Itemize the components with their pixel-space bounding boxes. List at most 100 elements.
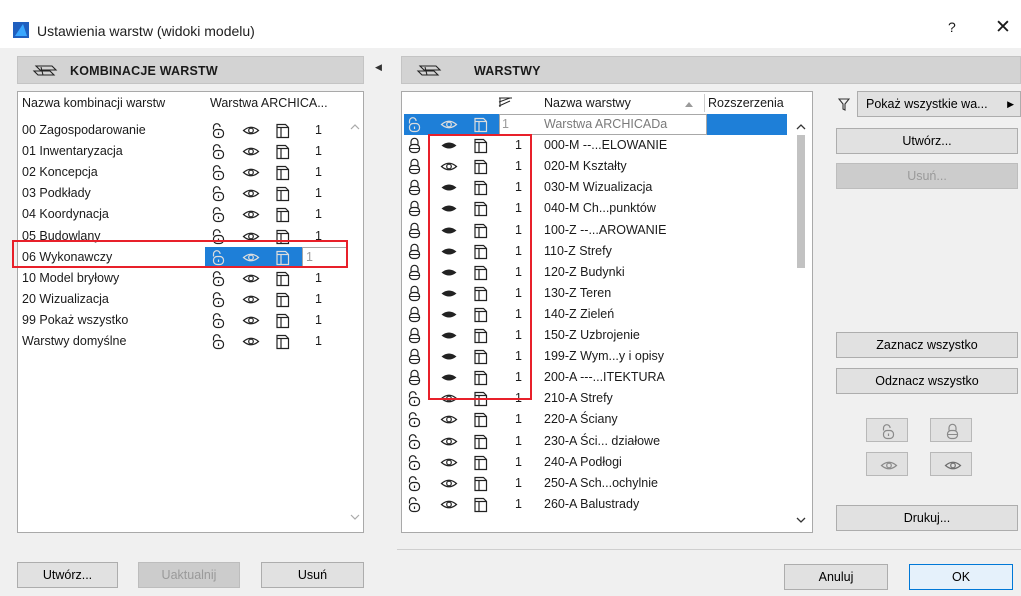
lock-icon[interactable] [406,243,424,260]
layer-row[interactable]: 1 Warstwa ARCHICADa [402,114,792,135]
wireframe-solid-icon[interactable] [472,390,490,407]
combination-row[interactable]: 00 Zagospodarowanie 1 [18,120,363,141]
unlock-icon[interactable] [210,185,228,202]
combination-row[interactable]: 99 Pokaż wszystko 1 [18,310,363,331]
eye-closed-icon[interactable] [440,327,458,344]
wireframe-solid-icon[interactable] [472,158,490,175]
layers-scroll-up-icon[interactable] [796,122,806,130]
wireframe-solid-icon[interactable] [472,475,490,492]
unlock-icon[interactable] [210,249,228,266]
layer-row[interactable]: 1 199-Z Wym...y i opisy [402,346,792,367]
scroll-up-arrow-icon[interactable] [350,122,360,130]
lock-icon[interactable] [406,179,424,196]
eye-icon[interactable] [242,291,260,308]
wireframe-solid-icon[interactable] [472,327,490,344]
eye-icon[interactable] [440,475,458,492]
unlock-icon[interactable] [210,270,228,287]
column-header-extensions[interactable]: Rozszerzenia [708,96,784,110]
unlock-icon[interactable] [406,411,424,428]
layer-row[interactable]: 1 120-Z Budynki [402,262,792,283]
close-button[interactable]: ✕ [995,16,1011,39]
unlock-icon[interactable] [210,164,228,181]
unlock-icon[interactable] [210,312,228,329]
eye-icon[interactable] [440,433,458,450]
wireframe-solid-icon[interactable] [472,369,490,386]
lock-icon[interactable] [406,369,424,386]
wireframe-solid-icon[interactable] [472,179,490,196]
eye-icon[interactable] [242,312,260,329]
eye-closed-icon[interactable] [440,222,458,239]
layer-row[interactable]: 1 110-Z Strefy [402,241,792,262]
combination-row[interactable]: 06 Wykonawczy 1 [18,246,363,268]
unlock-icon[interactable] [210,122,228,139]
unlock-icon[interactable] [210,143,228,160]
delete-layer-button[interactable]: Usuń... [836,163,1018,189]
layer-row[interactable]: 1 130-Z Teren [402,283,792,304]
eye-icon[interactable] [242,249,260,266]
layer-row[interactable]: 1 200-A ---...ITEKTURA [402,367,792,388]
create-layer-button[interactable]: Utwórz... [836,128,1018,154]
hide-selected-button[interactable] [930,452,972,476]
wireframe-solid-icon[interactable] [472,116,490,133]
deselect-all-button[interactable]: Odznacz wszystko [836,368,1018,394]
wireframe-solid-icon[interactable] [274,122,292,139]
wireframe-solid-icon[interactable] [274,249,292,266]
layer-row[interactable]: 1 030-M Wizualizacja [402,177,792,198]
combination-row[interactable]: 01 Inwentaryzacja 1 [18,141,363,162]
unlock-icon[interactable] [406,496,424,513]
eye-closed-icon[interactable] [440,285,458,302]
wireframe-solid-icon[interactable] [274,143,292,160]
lock-icon[interactable] [406,327,424,344]
eye-icon[interactable] [440,411,458,428]
wireframe-solid-icon[interactable] [274,312,292,329]
layer-row[interactable]: 1 210-A Strefy [402,388,792,409]
unlock-icon[interactable] [406,433,424,450]
lock-icon[interactable] [406,137,424,154]
wireframe-solid-icon[interactable] [472,285,490,302]
combination-row[interactable]: 03 Podkłady 1 [18,183,363,204]
print-button[interactable]: Drukuj... [836,505,1018,531]
ok-button[interactable]: OK [909,564,1013,590]
eye-closed-icon[interactable] [440,306,458,323]
wireframe-solid-icon[interactable] [274,291,292,308]
wireframe-solid-icon[interactable] [472,306,490,323]
layers-scrollbar-thumb[interactable] [797,135,805,268]
wireframe-solid-icon[interactable] [472,348,490,365]
eye-icon[interactable] [440,496,458,513]
eye-icon[interactable] [242,206,260,223]
unlock-icon[interactable] [406,116,424,133]
unlock-icon[interactable] [406,390,424,407]
cancel-button[interactable]: Anuluj [784,564,888,590]
wireframe-solid-icon[interactable] [472,264,490,281]
combination-row[interactable]: 04 Koordynacja 1 [18,204,363,225]
lock-icon[interactable] [406,348,424,365]
unlock-icon[interactable] [210,291,228,308]
wireframe-solid-icon[interactable] [472,243,490,260]
lock-icon[interactable] [406,285,424,302]
wireframe-solid-icon[interactable] [274,333,292,350]
eye-closed-icon[interactable] [440,179,458,196]
scroll-down-arrow-icon[interactable] [350,514,360,522]
wireframe-solid-icon[interactable] [472,200,490,217]
eye-icon[interactable] [440,116,458,133]
layers-scroll-down-icon[interactable] [796,517,806,525]
unlock-icon[interactable] [406,454,424,471]
lock-icon[interactable] [406,264,424,281]
show-selected-button[interactable] [866,452,908,476]
create-combination-button[interactable]: Utwórz... [17,562,118,588]
eye-closed-icon[interactable] [440,137,458,154]
column-header-archicad-layer[interactable]: Warstwa ARCHICA... [210,96,328,110]
unlock-icon[interactable] [406,475,424,492]
layer-row[interactable]: 1 250-A Sch...ochylnie [402,473,792,494]
eye-icon[interactable] [440,390,458,407]
layer-row[interactable]: 1 140-Z Zieleń [402,304,792,325]
combination-row[interactable]: 02 Koncepcja 1 [18,162,363,183]
eye-icon[interactable] [440,454,458,471]
wireframe-solid-icon[interactable] [472,496,490,513]
delete-combination-button[interactable]: Usuń [261,562,364,588]
layer-row[interactable]: 1 100-Z --...AROWANIE [402,220,792,241]
layer-row[interactable]: 1 020-M Kształty [402,156,792,177]
eye-icon[interactable] [242,333,260,350]
combination-row[interactable]: 10 Model bryłowy 1 [18,268,363,289]
collapse-panel-arrow-icon[interactable]: ◀ [375,62,382,73]
